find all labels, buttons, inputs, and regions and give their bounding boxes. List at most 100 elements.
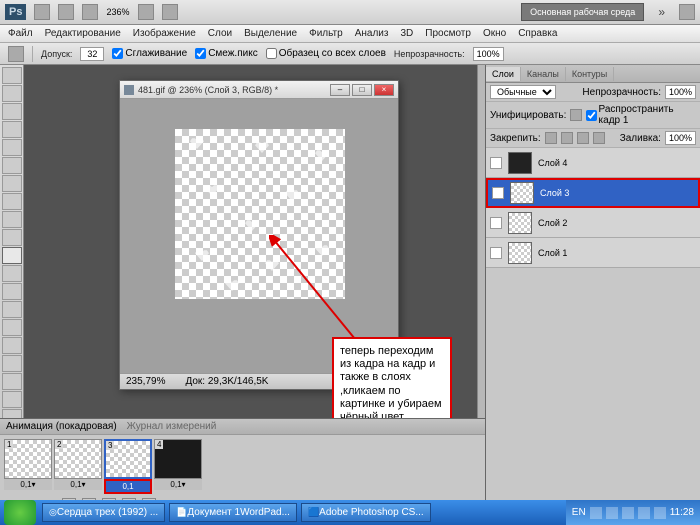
visibility-toggle[interactable] (490, 217, 502, 229)
document-icon (124, 85, 134, 95)
antialias-checkbox[interactable]: Сглаживание (112, 48, 187, 59)
maximize-button[interactable]: □ (352, 84, 372, 96)
frame-3[interactable]: 30,1 (104, 439, 152, 494)
crop-tool[interactable] (2, 139, 22, 156)
quick-select-tool[interactable] (2, 121, 22, 138)
layer-thumbnail[interactable] (508, 212, 532, 234)
shape-tool[interactable] (2, 373, 22, 390)
opacity-input[interactable]: 100% (473, 47, 504, 61)
layer-row-selected[interactable]: Слой 3 (486, 178, 700, 208)
eyedropper-tool[interactable] (2, 157, 22, 174)
tray-icon[interactable] (622, 507, 634, 519)
menu-file[interactable]: Файл (4, 26, 37, 41)
gradient-tool[interactable] (2, 265, 22, 282)
task-item[interactable]: 📄 Документ 1WordPad... (169, 503, 297, 522)
layer-opacity-input[interactable]: 100% (665, 85, 696, 99)
frame-4[interactable]: 40,1▾ (154, 439, 202, 494)
lasso-tool[interactable] (2, 103, 22, 120)
opacity-label: Непрозрачность: (394, 49, 465, 59)
close-button[interactable]: × (374, 84, 394, 96)
path-select-tool[interactable] (2, 355, 22, 372)
layer-row[interactable]: Слой 1 (486, 238, 700, 268)
brush-tool[interactable] (2, 193, 22, 210)
stamp-tool[interactable] (2, 211, 22, 228)
workspace-switcher[interactable]: Основная рабочая среда (521, 3, 644, 21)
tray-icon[interactable] (590, 507, 602, 519)
fill-label: Заливка: (620, 133, 661, 144)
sample-all-checkbox[interactable]: Образец со всех слоев (266, 48, 386, 59)
menu-window[interactable]: Окно (479, 26, 510, 41)
menu-edit[interactable]: Редактирование (41, 26, 125, 41)
system-tray[interactable]: EN 11:28 (566, 500, 700, 525)
animation-panel: Анимация (покадровая) Журнал измерений 1… (0, 418, 485, 500)
visibility-toggle[interactable] (490, 247, 502, 259)
zoom-display[interactable]: 236% (106, 7, 129, 17)
type-tool[interactable] (2, 337, 22, 354)
menu-image[interactable]: Изображение (129, 26, 200, 41)
pen-tool[interactable] (2, 319, 22, 336)
arrange-icon[interactable] (162, 4, 178, 20)
tab-paths[interactable]: Контуры (566, 67, 614, 81)
app-logo: Ps (5, 4, 26, 20)
unify-icon[interactable] (570, 109, 581, 121)
hand-icon[interactable] (138, 4, 154, 20)
menu-select[interactable]: Выделение (240, 26, 301, 41)
tray-icon[interactable] (654, 507, 666, 519)
3d-tool[interactable] (2, 391, 22, 408)
lock-all-icon[interactable] (593, 132, 605, 144)
lock-position-icon[interactable] (577, 132, 589, 144)
tray-icon[interactable] (606, 507, 618, 519)
frame-2[interactable]: 20,1▾ (54, 439, 102, 494)
propagate-checkbox[interactable]: Распространить кадр 1 (586, 104, 696, 126)
document-titlebar[interactable]: 481.gif @ 236% (Слой 3, RGB/8) * – □ × (120, 81, 398, 99)
chevron-right-icon[interactable]: » (658, 5, 665, 19)
layer-row[interactable]: Слой 4 (486, 148, 700, 178)
tab-channels[interactable]: Каналы (521, 67, 566, 81)
eraser-tool[interactable] (2, 247, 22, 264)
start-button[interactable] (4, 500, 36, 525)
layer-thumbnail[interactable] (508, 152, 532, 174)
history-brush-tool[interactable] (2, 229, 22, 246)
tool-preset-icon[interactable] (8, 46, 24, 62)
blend-mode-select[interactable]: Обычные (490, 85, 556, 99)
layer-thumbnail[interactable] (510, 182, 534, 204)
frame-1[interactable]: 10,1▾ (4, 439, 52, 494)
screen-mode-icon[interactable] (82, 4, 98, 20)
mb-icon[interactable] (58, 4, 74, 20)
blur-tool[interactable] (2, 283, 22, 300)
menu-analysis[interactable]: Анализ (351, 26, 393, 41)
layer-row[interactable]: Слой 2 (486, 208, 700, 238)
dodge-tool[interactable] (2, 301, 22, 318)
canvas-area: 481.gif @ 236% (Слой 3, RGB/8) * – □ × (24, 65, 477, 500)
doc-info[interactable]: Док: 29,3K/146,5K (185, 376, 268, 387)
anim-tab-log[interactable]: Журнал измерений (127, 421, 217, 432)
windows-taskbar: ◎ Сердца трех (1992) ... 📄 Документ 1Wor… (0, 500, 700, 525)
menu-3d[interactable]: 3D (396, 26, 417, 41)
menu-view[interactable]: Просмотр (421, 26, 475, 41)
menu-layers[interactable]: Слои (204, 26, 236, 41)
lock-pixels-icon[interactable] (561, 132, 573, 144)
visibility-toggle[interactable] (492, 187, 504, 199)
collapse-icon[interactable] (679, 4, 695, 20)
layer-thumbnail[interactable] (508, 242, 532, 264)
healing-tool[interactable] (2, 175, 22, 192)
menu-help[interactable]: Справка (514, 26, 561, 41)
bridge-icon[interactable] (34, 4, 50, 20)
task-item[interactable]: 🟦 Adobe Photoshop CS... (301, 503, 431, 522)
minimize-button[interactable]: – (330, 84, 350, 96)
tolerance-input[interactable]: 32 (80, 47, 104, 61)
anim-tab-frames[interactable]: Анимация (покадровая) (6, 421, 117, 432)
tray-icon[interactable] (638, 507, 650, 519)
visibility-toggle[interactable] (490, 157, 502, 169)
language-indicator[interactable]: EN (572, 507, 586, 518)
doc-zoom[interactable]: 235,79% (126, 376, 165, 387)
move-tool[interactable] (2, 67, 22, 84)
lock-transparent-icon[interactable] (545, 132, 557, 144)
task-item[interactable]: ◎ Сердца трех (1992) ... (42, 503, 165, 522)
marquee-tool[interactable] (2, 85, 22, 102)
clock[interactable]: 11:28 (670, 507, 694, 518)
tab-layers[interactable]: Слои (486, 67, 521, 81)
contiguous-checkbox[interactable]: Смеж.пикс (195, 48, 258, 59)
fill-input[interactable]: 100% (665, 131, 696, 145)
menu-filter[interactable]: Фильтр (305, 26, 347, 41)
